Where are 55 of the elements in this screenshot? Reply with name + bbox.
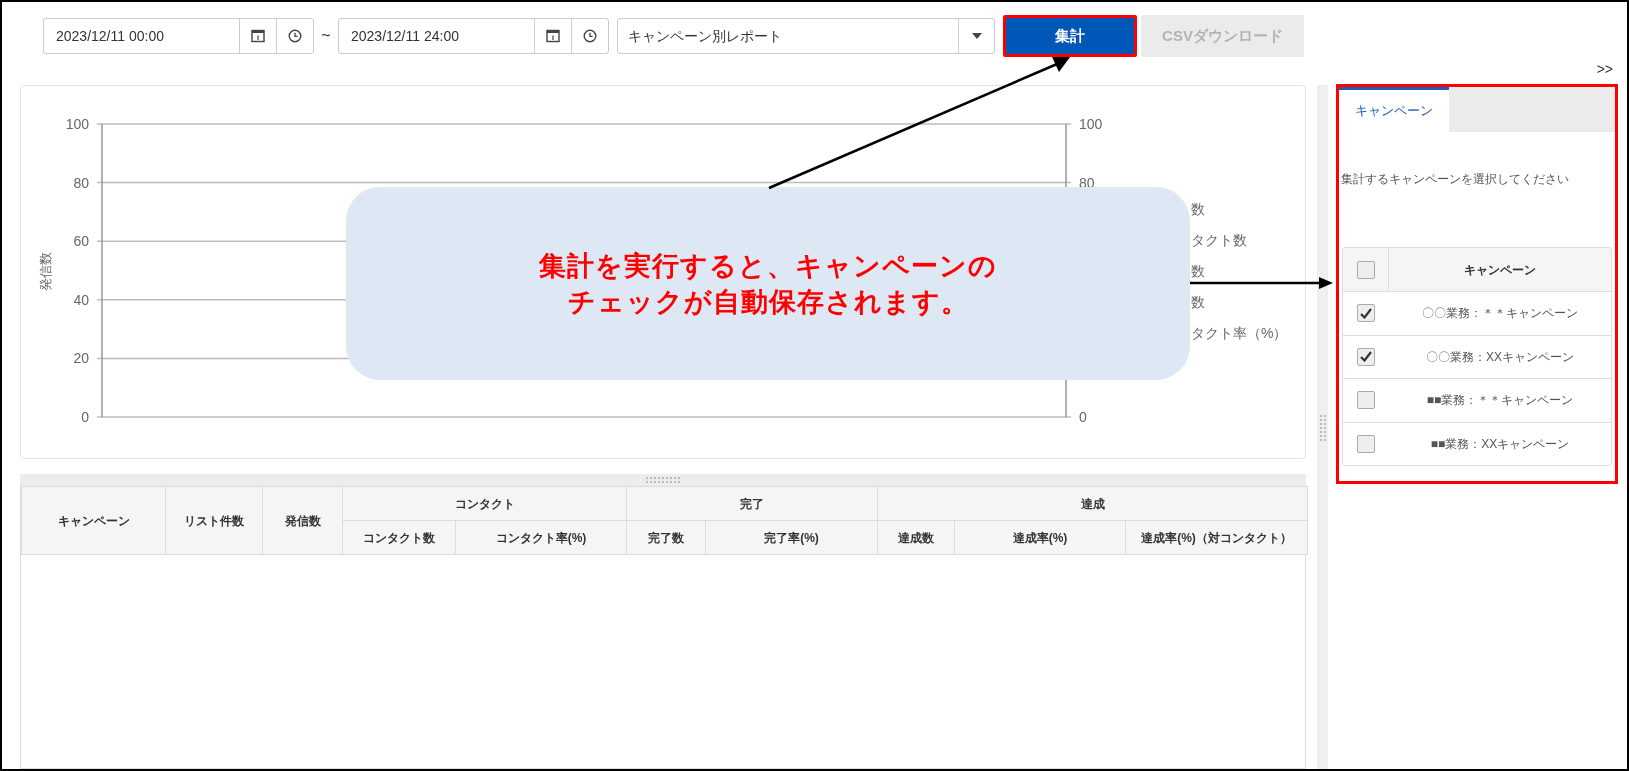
range-separator: ~ <box>320 26 332 46</box>
column-header: キャンペーン <box>1463 261 1537 279</box>
column-header: 完了数 <box>626 520 706 555</box>
date-time-picker[interactable]: 2023/12/11 00:00 <box>43 18 314 54</box>
axis-tick-label: 0 <box>1079 409 1087 425</box>
calendar-icon <box>251 29 265 43</box>
column-header: 達成数 <box>877 520 955 555</box>
table-cell-text: 〇〇業務：＊＊キャンペーン <box>1421 305 1579 323</box>
aggregate-button[interactable]: 集計 <box>1003 15 1137 57</box>
axis-tick-label: 60 <box>73 233 89 250</box>
axis-title: 発信数 <box>38 251 53 291</box>
axis-tick-label: 20 <box>73 350 89 367</box>
legend-label: タクト率（%） <box>1191 325 1288 341</box>
instruction-text: 集計するキャンペーンを選択してください <box>1340 171 1570 187</box>
column-header: 完了率(%) <box>705 520 878 555</box>
column-header: 完了 <box>626 486 878 521</box>
checkbox[interactable] <box>1357 434 1375 453</box>
column-header: 発信数 <box>262 486 343 555</box>
tab[interactable]: キャンペーン <box>1339 87 1449 132</box>
column-header: コンタクト <box>342 486 627 521</box>
date-field[interactable]: 2023/12/11 24:00 <box>339 19 534 53</box>
checkbox[interactable] <box>1357 347 1375 366</box>
calendar-icon <box>546 29 560 43</box>
legend-label: タクト数 <box>1191 232 1247 248</box>
column-header: 達成 <box>877 486 1308 521</box>
axis-tick-label: 0 <box>81 409 89 425</box>
column-header: 達成率(%) <box>954 520 1126 555</box>
legend-label: 数 <box>1191 201 1205 217</box>
date-field[interactable]: 2023/12/11 00:00 <box>44 19 239 53</box>
column-header: コンタクト率(%) <box>455 520 627 555</box>
report-select[interactable]: キャンペーン別レポート <box>617 18 995 54</box>
grip-icon <box>1319 415 1326 441</box>
panel-toggle[interactable]: >> <box>1596 61 1613 77</box>
column-header: コンタクト数 <box>342 520 456 555</box>
date-time-picker[interactable]: 2023/12/11 24:00 <box>338 18 609 54</box>
clock-icon <box>288 29 302 43</box>
callout-bubble: 集計を実行すると、キャンペーンのチェックが自動保存されます。 <box>346 187 1190 380</box>
table-cell-text: ■■業務：XXキャンペーン <box>1429 435 1571 453</box>
clock-icon <box>583 29 597 43</box>
checkbox[interactable] <box>1357 304 1375 323</box>
axis-tick-label: 80 <box>73 174 89 191</box>
table-cell-text: ■■業務：＊＊キャンペーン <box>1425 392 1575 410</box>
checkbox[interactable] <box>1357 391 1375 410</box>
axis-tick-label: 100 <box>65 116 89 132</box>
caret-icon <box>971 33 982 39</box>
column-header: 達成率(%)（対コンタクト） <box>1125 520 1308 555</box>
axis-tick-label: 100 <box>1079 116 1103 132</box>
checkbox[interactable] <box>1356 260 1375 279</box>
axis-tick-label: 40 <box>73 291 89 308</box>
grip-icon <box>646 477 680 483</box>
legend-label: 数 <box>1191 263 1205 279</box>
table-cell-text: 〇〇業務：XXキャンペーン <box>1425 348 1575 366</box>
column-header: リスト件数 <box>165 486 263 555</box>
column-header: キャンペーン <box>21 486 166 555</box>
legend-label: 数 <box>1191 294 1205 310</box>
